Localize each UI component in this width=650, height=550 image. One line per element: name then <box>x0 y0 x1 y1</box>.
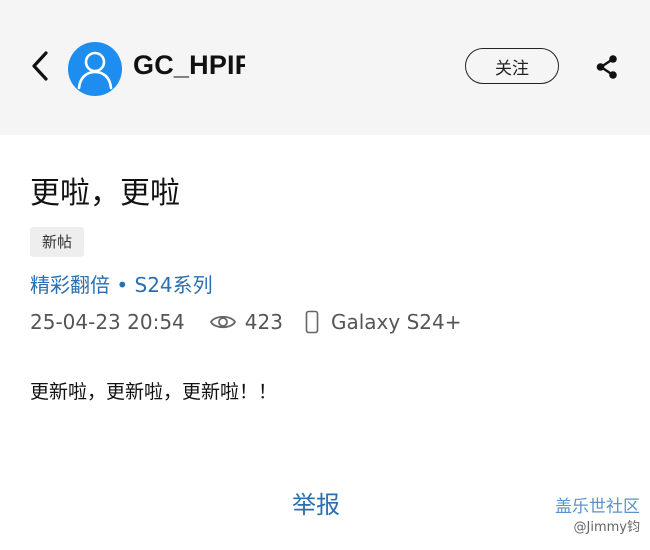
phone-icon <box>305 310 319 334</box>
chevron-left-icon <box>32 51 48 81</box>
watermark: 盖乐世社区 @Jimmy钧 <box>555 496 640 538</box>
username[interactable]: GC_HPIFO <box>133 50 245 81</box>
view-count: 423 <box>244 310 283 334</box>
user-icon <box>77 51 113 90</box>
share-button[interactable] <box>590 50 624 84</box>
post-category-link[interactable]: 精彩翻倍 • S24系列 <box>30 270 213 300</box>
back-button[interactable] <box>22 46 58 86</box>
post-content: 更新啦，更新啦，更新啦！！ <box>30 381 278 403</box>
post-timestamp: 25-04-23 20:54 <box>30 310 185 334</box>
post-meta: 25-04-23 20:54 423 Galaxy S24+ <box>30 307 461 337</box>
share-icon <box>596 55 617 79</box>
watermark-user: @Jimmy钧 <box>573 520 640 535</box>
watermark-name: 盖乐世社区 <box>555 497 640 517</box>
new-post-tag: 新帖 <box>30 227 85 257</box>
avatar[interactable] <box>68 42 122 96</box>
follow-button[interactable]: 关注 <box>465 48 559 84</box>
device-model: Galaxy S24+ <box>330 310 462 334</box>
header-bar: GC_HPIFO 关注 <box>0 0 650 135</box>
eye-icon <box>209 312 237 332</box>
post-title: 更啦，更啦 <box>30 176 180 211</box>
report-button[interactable]: 举报 <box>280 482 352 522</box>
